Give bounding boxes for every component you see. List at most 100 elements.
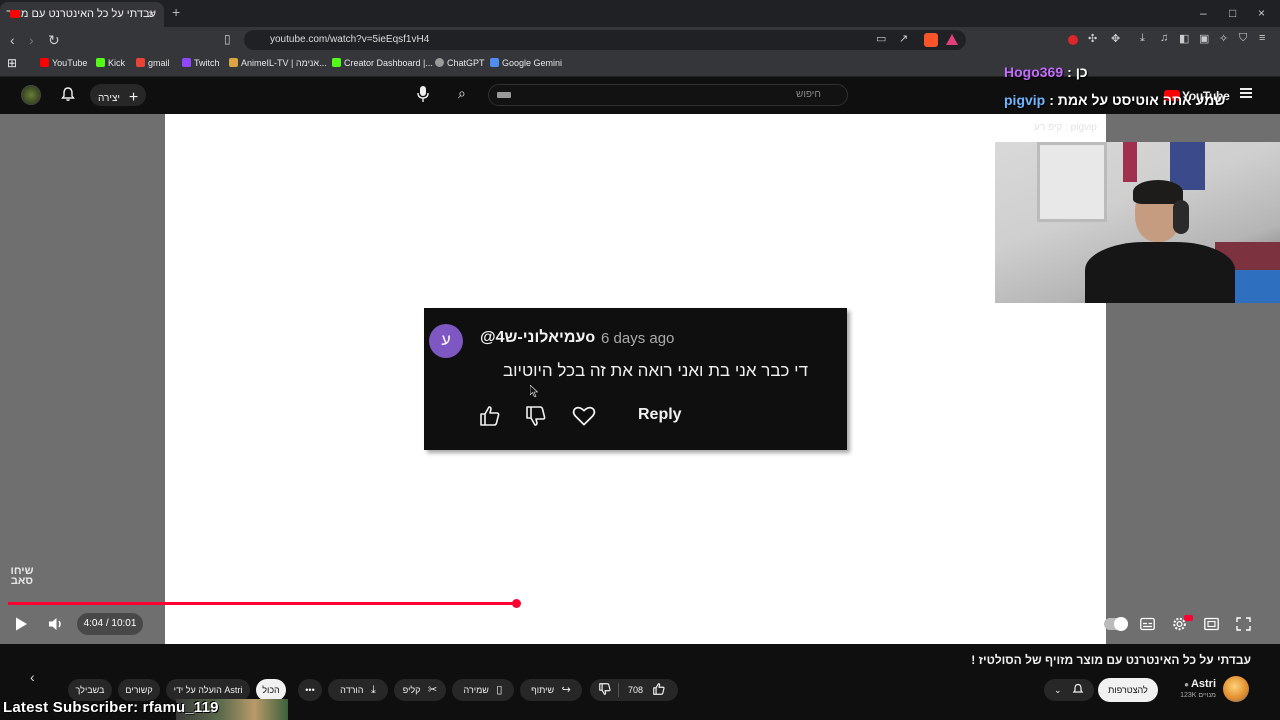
search-icon[interactable]: ⌕ (458, 85, 466, 102)
url-text: youtube.com/watch?v=5ieEqsf1vH4 (270, 34, 430, 45)
chips-prev-chevron-icon[interactable]: ‹ (30, 669, 35, 685)
reply-button[interactable]: Reply (638, 406, 682, 424)
join-button[interactable]: להצטרפות (1098, 678, 1158, 702)
reload-icon[interactable]: ↻ (48, 32, 60, 49)
tab-close-icon[interactable]: × (148, 7, 155, 21)
search-placeholder: חיפוש (796, 89, 821, 100)
channel-avatar[interactable] (1223, 676, 1249, 702)
search-input[interactable]: חיפוש (488, 84, 848, 106)
gemini-icon (490, 58, 499, 67)
url-field[interactable]: youtube.com/watch?v=5ieEqsf1vH4 (244, 30, 966, 50)
gmail-icon (136, 58, 145, 67)
like-icon (652, 683, 665, 695)
back-icon[interactable]: ‹ (10, 32, 15, 48)
sidebar-icon[interactable]: ◧ (1179, 32, 1189, 45)
wallet-icon[interactable]: ▣ (1199, 32, 1209, 45)
mouse-cursor-icon (530, 385, 538, 397)
like-button[interactable]: 708 (628, 679, 666, 701)
notifications-bell-icon[interactable] (60, 86, 76, 102)
extension-icon[interactable]: ✥ (1111, 32, 1120, 45)
dislike-icon (599, 683, 611, 695)
bookmark-gemini[interactable]: Google Gemini (490, 58, 562, 68)
cast-icon[interactable]: ▭ (876, 32, 886, 45)
clip-button[interactable]: קליפ ✂ (394, 679, 446, 701)
close-window-button[interactable]: × (1258, 6, 1265, 20)
extensions-icon[interactable]: ✣ (1088, 32, 1097, 45)
browser-tab-bar (0, 0, 1280, 27)
share-page-icon[interactable]: ↗ (899, 32, 908, 45)
chatgpt-icon (435, 58, 444, 67)
download-icon: ⤓ (370, 684, 376, 696)
minimize-button[interactable]: – (1200, 6, 1207, 20)
subtitles-icon[interactable] (1140, 617, 1155, 631)
channel-name[interactable]: ● Astri (1174, 678, 1216, 690)
channel-subscriber-count: 123K מנויים (1180, 692, 1216, 699)
chevron-down-icon: ⌄ (1053, 685, 1062, 695)
chip-uploaded-by[interactable]: הועלה על ידי Astri (166, 679, 250, 701)
brave-shield-icon[interactable] (924, 33, 938, 47)
voice-search-mic-icon[interactable] (416, 85, 430, 103)
notifications-dropdown[interactable]: ⌄ (1044, 679, 1094, 701)
more-actions-button[interactable]: ••• (298, 679, 322, 701)
chip-for-you[interactable]: בשבילך (68, 679, 112, 701)
video-title: עבדתי על כל האינטרנט עם מוצר מזויף של הס… (971, 653, 1251, 667)
comment-avatar[interactable]: ע (429, 324, 463, 358)
guide-menu-icon[interactable] (1240, 88, 1252, 98)
bell-icon (1072, 683, 1084, 693)
save-button[interactable]: שמירה ▯ (452, 679, 514, 701)
chat-username: Hogo369 (1004, 64, 1064, 80)
stream-chat-message: Hogo369: כן (1004, 64, 1088, 80)
create-label: יצירה (98, 93, 121, 104)
like-icon[interactable] (478, 404, 502, 428)
youtube-favicon-icon (10, 10, 20, 18)
chat-text: : שמע אתה אוטיסט על אמת (1049, 92, 1226, 108)
tab-title: עבדתי על כל האינטרנט עם מוצר (6, 8, 156, 20)
brave-rewards-icon[interactable] (946, 34, 958, 45)
bookmark-kick[interactable]: Kick (96, 58, 125, 68)
media-icon[interactable]: ♫ (1160, 32, 1168, 44)
kick-icon (332, 58, 341, 67)
plus-icon: + (128, 89, 139, 106)
dislike-button[interactable] (598, 679, 612, 701)
heart-icon[interactable] (571, 403, 597, 429)
share-button[interactable]: שיתוף ↪ (520, 679, 582, 701)
download-button[interactable]: הורדה ⤓ (328, 679, 388, 701)
divider (618, 683, 619, 697)
comment-time: 6 days ago (601, 330, 675, 347)
download-icon[interactable]: ⤓ (1140, 32, 1145, 45)
chip-related[interactable]: קשורים (118, 679, 160, 701)
like-dislike-group: 708 (590, 679, 678, 701)
twitch-icon (182, 58, 191, 67)
volume-icon[interactable] (48, 616, 64, 632)
time-display: 4:04 / 10:01 (77, 613, 143, 635)
leo-ai-icon[interactable]: ✧ (1219, 32, 1228, 45)
account-avatar[interactable] (21, 85, 41, 105)
record-icon[interactable] (1068, 35, 1078, 45)
dislike-icon[interactable] (524, 404, 548, 428)
play-icon[interactable] (14, 617, 28, 631)
stream-chat-message: pigvip: שמע אתה אוטיסט על אמת (1004, 92, 1226, 108)
maximize-button[interactable]: □ (1229, 6, 1236, 20)
kick-icon (96, 58, 105, 67)
bookmark-icon[interactable]: ▯ (224, 32, 231, 46)
theater-mode-icon[interactable] (1204, 617, 1219, 631)
vpn-icon[interactable]: ⛉ (1239, 32, 1247, 45)
chip-all[interactable]: הכול (256, 679, 286, 701)
bookmark-twitch[interactable]: Twitch (182, 58, 220, 68)
keyboard-icon[interactable] (497, 92, 511, 98)
bookmark-animeil[interactable]: AnimeIL-TV | אנימה... (229, 58, 327, 68)
comment-author[interactable]: @עמיאלוני-ש4o (480, 329, 595, 347)
autoplay-toggle[interactable] (1104, 617, 1128, 631)
bookmark-creator-dashboard[interactable]: Creator Dashboard |... (332, 58, 433, 68)
bookmark-youtube[interactable]: YouTube (40, 58, 87, 68)
new-tab-button[interactable]: + (172, 4, 180, 20)
browser-menu-icon[interactable]: ≡ (1259, 32, 1265, 44)
share-icon: ↪ (561, 684, 571, 696)
fullscreen-icon[interactable] (1236, 617, 1251, 631)
browser-tab[interactable]: עבדתי על כל האינטרנט עם מוצר × (0, 2, 164, 27)
bookmark-chatgpt[interactable]: ChatGPT (435, 58, 485, 68)
bookmark-gmail[interactable]: gmail (136, 58, 170, 68)
create-button[interactable]: יצירה + (90, 84, 146, 106)
forward-icon[interactable]: › (29, 32, 34, 48)
apps-grid-icon[interactable]: ⊞ (7, 56, 17, 70)
